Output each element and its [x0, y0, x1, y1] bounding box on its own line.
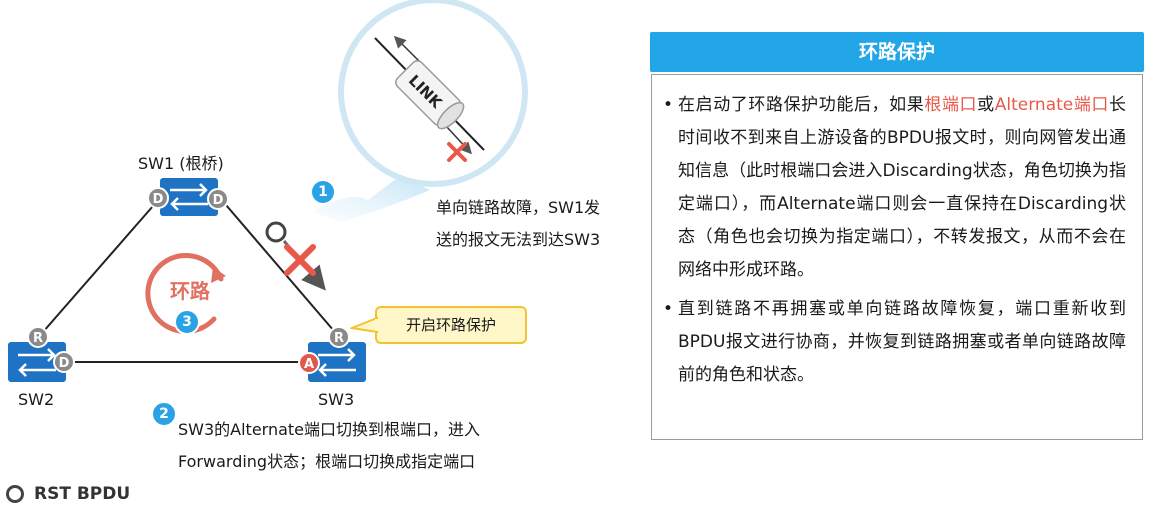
- step-1-badge: 1: [310, 179, 336, 205]
- port-sw2-top-label: R: [33, 331, 43, 346]
- bullet-2-text: 直到链路不再拥塞或单向链路故障恢复，端口重新收到BPDU报文进行协商，并恢复到链…: [678, 299, 1126, 385]
- port-sw2-right-label: D: [59, 356, 70, 371]
- bullet-1-pre: 在启动了环路保护功能后，如果: [678, 95, 925, 115]
- loop-label: 环路: [170, 279, 211, 303]
- port-sw2-top: R: [27, 326, 49, 348]
- step-2-text: SW3的Alternate端口切换到根端口，进入 Forwarding状态；根端…: [178, 414, 558, 478]
- step-3-badge: 3: [174, 309, 200, 335]
- bullet-dot: •: [662, 95, 674, 115]
- panel-body: • 在启动了环路保护功能后，如果根端口或Alternate端口长时间收不到来自上…: [651, 74, 1143, 440]
- port-sw3-top-label: R: [334, 331, 344, 346]
- loop-protection-tip: 开启环路保护: [375, 306, 527, 344]
- port-sw1-right-label: D: [213, 193, 224, 208]
- legend-label: RST BPDU: [34, 484, 131, 504]
- link-sw1-sw3: [219, 197, 341, 339]
- panel-bullet-1: • 在启动了环路保护功能后，如果根端口或Alternate端口长时间收不到来自上…: [658, 89, 1126, 287]
- bullet-dot: •: [662, 299, 674, 319]
- sw1-label: SW1 (根桥): [138, 154, 224, 173]
- port-sw3-left: A: [298, 352, 320, 374]
- tip-pointer: [350, 316, 378, 334]
- step-2-badge: 2: [151, 401, 177, 427]
- port-sw1-left-label: D: [153, 192, 164, 207]
- bullet-1-post: 长时间收不到来自上游设备的BPDU报文时，则向网管发出通知信息（此时根端口会进入…: [678, 95, 1127, 280]
- panel-bullet-2: • 直到链路不再拥塞或单向链路故障恢复，端口重新收到BPDU报文进行协商，并恢复…: [658, 293, 1126, 392]
- step-2-text-line2: Forwarding状态；根端口切换成指定端口: [178, 452, 476, 471]
- step-1-text-line2: 送的报文无法到达SW3: [436, 230, 601, 249]
- step-2-text-line1: SW3的Alternate端口切换到根端口，进入: [178, 420, 481, 439]
- bullet-1-root-port: 根端口: [924, 95, 978, 115]
- port-sw3-top: R: [328, 326, 350, 348]
- bullet-1-text: 在启动了环路保护功能后，如果根端口或Alternate端口长时间收不到来自上游设…: [678, 89, 1126, 287]
- link-sw1-sw2: [35, 197, 161, 341]
- rst-bpdu-icon: [6, 485, 24, 503]
- sw2-label: SW2: [18, 390, 55, 409]
- port-sw2-right: D: [53, 351, 75, 373]
- bpdu-blocked-x-icon: [284, 244, 316, 276]
- sw3-label: SW3: [318, 390, 355, 409]
- bpdu-icon: [265, 221, 287, 243]
- step-1-text: 单向链路故障，SW1发 送的报文无法到达SW3: [436, 192, 650, 256]
- legend: RST BPDU: [6, 482, 130, 506]
- port-sw1-left: D: [147, 187, 169, 209]
- step-1-text-line1: 单向链路故障，SW1发: [436, 198, 601, 217]
- panel-title: 环路保护: [650, 32, 1144, 72]
- port-sw1-right: D: [207, 188, 229, 210]
- bullet-1-mid: 或: [977, 95, 995, 115]
- port-sw3-left-label: A: [304, 357, 314, 372]
- bullet-1-alternate-port: Alternate端口: [994, 95, 1110, 115]
